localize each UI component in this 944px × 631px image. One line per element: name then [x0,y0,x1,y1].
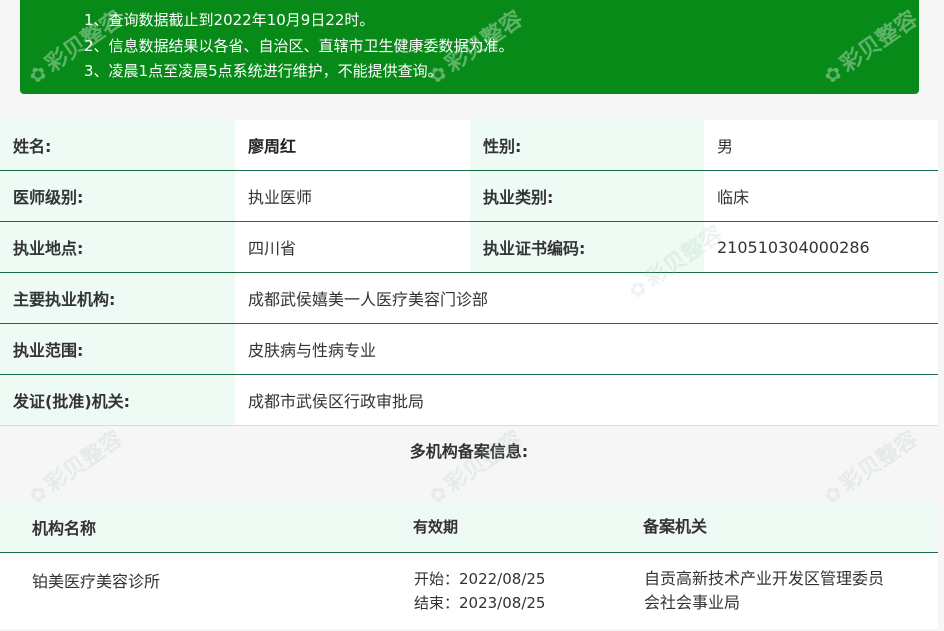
gender-value: 男 [704,120,938,171]
validity-start: 开始：2022/08/25 [414,570,546,588]
notice-line-3: 3、凌晨1点至凌晨5点系统进行维护，不能提供查询。 [84,62,443,80]
table-row: 主要执业机构: 成都武侯嬉美一人医疗美容门诊部 [0,272,938,324]
table-row: 执业地点: 四川省 执业证书编码: 210510304000286 [0,221,938,273]
location-label: 执业地点: [0,221,235,273]
org-value: 成都武侯嬉美一人医疗美容门诊部 [235,272,938,324]
multi-org-title: 多机构备案信息: [0,426,938,478]
multi-org-table: 机构名称 有效期 备案机关 铂美医疗美容诊所 开始：2022/08/25 结束：… [0,502,938,629]
category-value: 临床 [704,170,938,222]
table-row: 发证(批准)机关: 成都市武侯区行政审批局 [0,374,938,426]
notice-line-1: 1、查询数据截止到2022年10月9日22时。 [84,11,375,29]
notice-banner: 1、查询数据截止到2022年10月9日22时。 2、信息数据结果以各省、自治区、… [20,0,919,94]
table-header-row: 机构名称 有效期 备案机关 [0,502,938,553]
org-label: 主要执业机构: [0,272,235,324]
cert-label: 执业证书编码: [470,221,704,273]
scope-value: 皮肤病与性病专业 [235,323,938,375]
gender-label: 性别: [470,120,704,171]
validity-end: 结束：2023/08/25 [414,594,546,612]
table-row: 铂美医疗美容诊所 开始：2022/08/25 结束：2023/08/25 自贡高… [0,552,938,629]
org-name-cell: 铂美医疗美容诊所 [0,552,413,629]
scope-label: 执业范围: [0,323,235,375]
authority-line-1: 自贡高新技术产业开发区管理委员 [644,569,885,588]
authority-line-2: 会社会事业局 [644,593,741,612]
col-header-org-name: 机构名称 [0,502,413,553]
location-value: 四川省 [235,221,470,273]
table-row: 姓名: 廖周红 性别: 男 [0,120,938,171]
name-value: 廖周红 [235,120,470,171]
col-header-validity: 有效期 [413,502,643,553]
authority-cell: 自贡高新技术产业开发区管理委员 会社会事业局 [643,552,938,629]
authority-value: 成都市武侯区行政审批局 [235,374,938,426]
validity-cell: 开始：2022/08/25 结束：2023/08/25 [413,552,643,629]
notice-line-2: 2、信息数据结果以各省、自治区、直辖市卫生健康委数据为准。 [84,37,514,55]
name-label: 姓名: [0,120,235,171]
category-label: 执业类别: [470,170,704,222]
doctor-info-table: 姓名: 廖周红 性别: 男 医师级别: 执业医师 执业类别: 临床 执业地点: … [0,120,938,426]
cert-value: 210510304000286 [704,221,938,273]
col-header-authority: 备案机关 [643,502,938,553]
table-row: 执业范围: 皮肤病与性病专业 [0,323,938,375]
authority-label: 发证(批准)机关: [0,374,235,426]
level-label: 医师级别: [0,170,235,222]
table-row: 医师级别: 执业医师 执业类别: 临床 [0,170,938,222]
level-value: 执业医师 [235,170,470,222]
